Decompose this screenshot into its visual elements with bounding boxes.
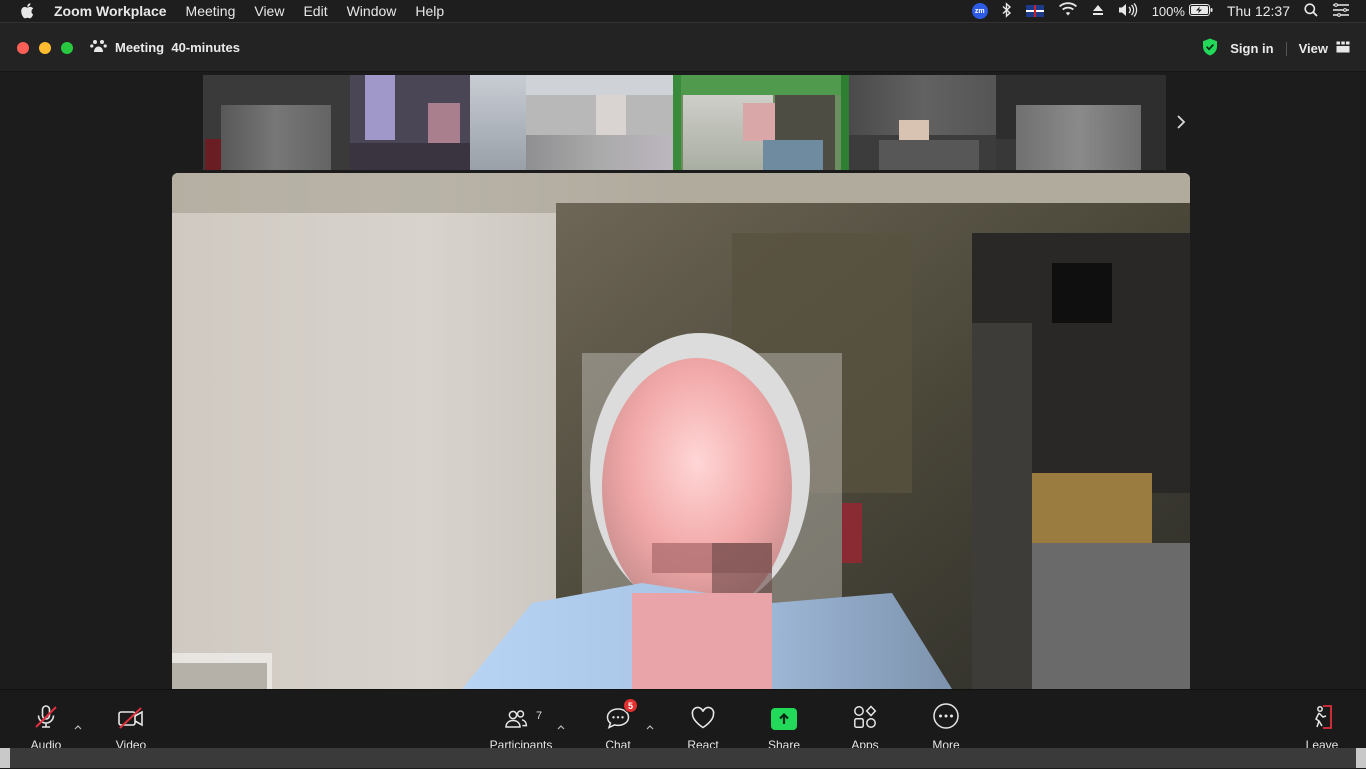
- participant-gallery-strip[interactable]: [203, 75, 1166, 170]
- menu-view[interactable]: View: [254, 3, 284, 19]
- meeting-title: Meeting 40-minutes: [115, 40, 240, 55]
- sign-in-button[interactable]: Sign in: [1230, 41, 1273, 56]
- video-off-icon: [117, 690, 145, 734]
- participant-thumbnail[interactable]: [203, 75, 350, 170]
- share-screen-icon: [771, 690, 797, 734]
- active-speaker-video[interactable]: [172, 173, 1190, 689]
- uk-flag-icon[interactable]: [1025, 5, 1044, 17]
- wifi-icon[interactable]: [1058, 2, 1078, 20]
- volume-icon[interactable]: [1118, 2, 1138, 20]
- speaker-video-frame: [172, 173, 1190, 689]
- battery-percent: 100%: [1151, 3, 1185, 19]
- chat-options-caret[interactable]: [645, 722, 655, 732]
- menubar-clock[interactable]: Thu 12:37: [1227, 3, 1290, 19]
- chevron-up-icon: [74, 725, 82, 730]
- security-shield-icon[interactable]: [1202, 38, 1218, 59]
- bluetooth-icon[interactable]: [1002, 1, 1012, 21]
- participant-thumbnail[interactable]: [526, 75, 673, 170]
- window-titlebar: Meeting 40-minutes Sign in View: [0, 23, 1366, 72]
- menu-window[interactable]: Window: [347, 3, 397, 19]
- menu-help[interactable]: Help: [415, 3, 444, 19]
- participant-thumbnail[interactable]: [996, 75, 1166, 170]
- view-button[interactable]: View: [1299, 41, 1328, 56]
- chevron-right-icon: [1177, 115, 1186, 129]
- participant-thumbnail[interactable]: [849, 75, 996, 170]
- meeting-info[interactable]: Meeting 40-minutes: [90, 39, 240, 56]
- window-bottom-edge: [0, 748, 1366, 768]
- close-window-button[interactable]: [17, 42, 29, 54]
- muted-mic-icon: [33, 690, 59, 734]
- participants-count: 7: [536, 710, 543, 722]
- gallery-next-button[interactable]: [1172, 113, 1190, 131]
- more-options-icon: [932, 690, 960, 734]
- chevron-up-icon: [646, 725, 654, 730]
- participant-thumbnail[interactable]: [350, 75, 526, 170]
- battery-indicator[interactable]: 100%: [1152, 3, 1213, 19]
- meeting-info-icon: [90, 39, 107, 56]
- chevron-up-icon: [557, 725, 565, 730]
- spotlight-search-icon[interactable]: [1304, 2, 1318, 20]
- chat-unread-badge: 5: [623, 698, 638, 713]
- apple-icon[interactable]: [18, 2, 36, 20]
- chat-icon: 5: [605, 690, 638, 734]
- zoom-window-button[interactable]: [61, 42, 73, 54]
- participants-icon: 7: [486, 690, 556, 734]
- menu-meeting[interactable]: Meeting: [186, 3, 236, 19]
- zoom-meeting-window: Meeting 40-minutes Sign in View Audio Vi…: [0, 22, 1366, 769]
- apps-icon: [852, 690, 878, 734]
- video-stage: [0, 73, 1366, 689]
- zoom-status-icon[interactable]: zm: [971, 3, 988, 19]
- control-center-icon[interactable]: [1332, 2, 1350, 20]
- titlebar-divider: [1285, 41, 1287, 56]
- audio-options-caret[interactable]: [73, 722, 83, 732]
- battery-charging-icon: [1188, 3, 1213, 19]
- heart-icon: [690, 690, 716, 734]
- macos-menu-bar: Zoom Workplace Meeting View Edit Window …: [0, 0, 1366, 22]
- participants-options-caret[interactable]: [556, 722, 566, 732]
- minimize-window-button[interactable]: [39, 42, 51, 54]
- menu-app-name[interactable]: Zoom Workplace: [54, 3, 167, 19]
- gallery-view-icon[interactable]: [1336, 41, 1350, 56]
- participant-thumbnail[interactable]: [673, 75, 849, 170]
- leave-meeting-icon: [1309, 690, 1335, 734]
- eject-icon[interactable]: [1092, 3, 1104, 19]
- menu-edit[interactable]: Edit: [303, 3, 327, 19]
